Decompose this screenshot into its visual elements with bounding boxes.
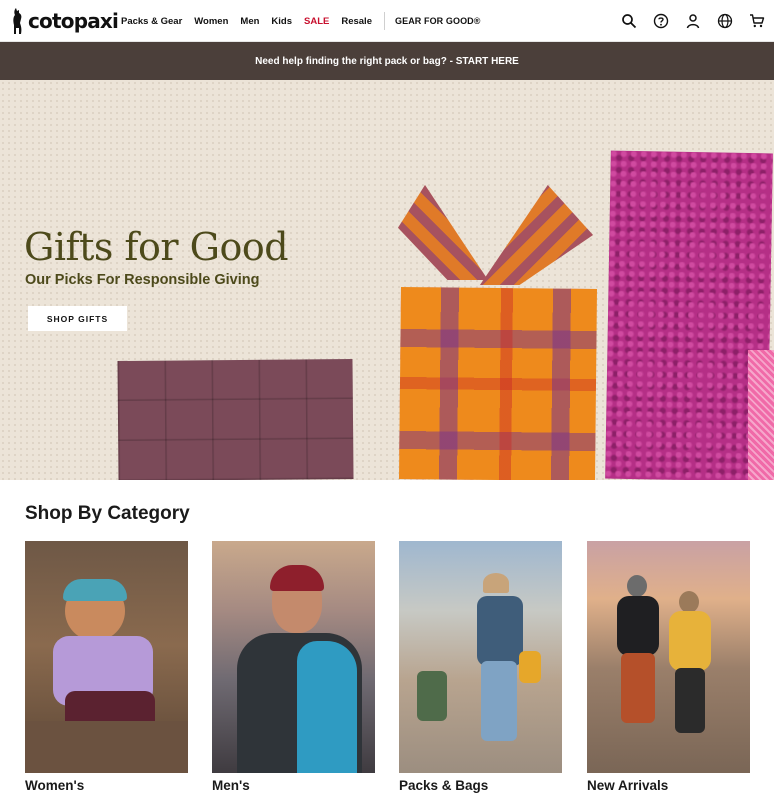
cart-button[interactable]	[748, 12, 766, 30]
llama-logo-icon	[13, 8, 22, 34]
promo-link[interactable]: Need help finding the right pack or bag?…	[255, 56, 519, 67]
main-nav: Packs & Gear Women Men Kids SALE Resale …	[121, 0, 493, 42]
nav-resale[interactable]: Resale	[341, 16, 372, 27]
category-card-new-arrivals[interactable]	[587, 541, 750, 773]
packs-bags-category-image	[399, 541, 562, 773]
quilted-fabric-graphic	[117, 358, 354, 480]
nav-gear-for-good[interactable]: GEAR FOR GOOD®	[395, 16, 481, 26]
plaid-gift-box-graphic	[399, 286, 597, 480]
mens-category-image	[212, 541, 375, 773]
category-label-mens[interactable]: Men's	[212, 778, 250, 793]
hero-subtitle: Our Picks For Responsible Giving	[25, 272, 260, 288]
hero-title: Gifts for Good	[24, 225, 289, 269]
site-header: cotopaxi Packs & Gear Women Men Kids SAL…	[0, 0, 774, 42]
header-actions	[620, 0, 766, 42]
account-icon	[686, 14, 700, 29]
search-button[interactable]	[620, 12, 638, 30]
nav-sale[interactable]: SALE	[304, 16, 329, 27]
category-label-new-arrivals[interactable]: New Arrivals	[587, 778, 668, 793]
account-button[interactable]	[684, 12, 702, 30]
help-icon	[653, 13, 669, 29]
shop-by-category-heading: Shop By Category	[25, 503, 190, 524]
globe-icon	[717, 13, 733, 29]
category-label-womens[interactable]: Women's	[25, 778, 84, 793]
category-card-mens[interactable]	[212, 541, 375, 773]
plaid-bow-left-graphic	[398, 185, 488, 280]
promo-banner: Need help finding the right pack or bag?…	[0, 42, 774, 80]
category-card-womens[interactable]	[25, 541, 188, 773]
cart-icon	[750, 14, 765, 28]
locale-button[interactable]	[716, 12, 734, 30]
womens-category-image	[25, 541, 188, 773]
new-arrivals-category-image	[587, 541, 750, 773]
nav-women[interactable]: Women	[194, 16, 228, 27]
category-card-packs-bags[interactable]	[399, 541, 562, 773]
shop-gifts-button[interactable]: SHOP GIFTS	[28, 306, 127, 331]
plaid-bow-right-graphic	[480, 185, 593, 285]
help-button[interactable]	[652, 12, 670, 30]
hero-banner: Gifts for Good Our Picks For Responsible…	[0, 80, 774, 480]
nav-men[interactable]: Men	[240, 16, 259, 27]
category-label-packs-bags[interactable]: Packs & Bags	[399, 778, 488, 793]
logo-wordmark: cotopaxi	[28, 9, 119, 33]
nav-kids[interactable]: Kids	[271, 16, 292, 27]
search-icon	[622, 14, 637, 29]
nav-divider	[383, 12, 385, 30]
pink-fabric-graphic	[748, 350, 774, 480]
nav-packs-gear[interactable]: Packs & Gear	[121, 16, 182, 27]
cotopaxi-logo[interactable]: cotopaxi	[10, 6, 119, 36]
